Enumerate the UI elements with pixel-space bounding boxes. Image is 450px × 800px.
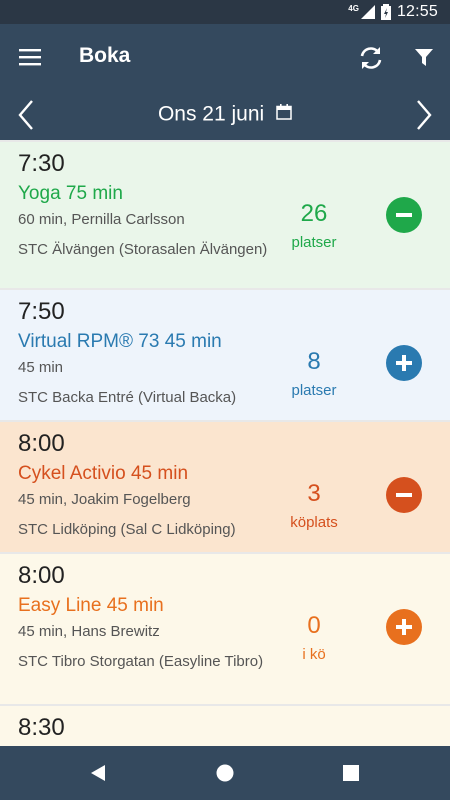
next-day-button[interactable] [406, 94, 442, 136]
class-time: 8:00 [18, 562, 65, 589]
back-icon [91, 765, 105, 781]
home-button[interactable] [205, 756, 245, 790]
class-location: STC Lidköping (Sal C Lidköping) [18, 521, 236, 538]
class-list[interactable]: 7:30 Yoga 75 min 60 min, Pernilla Carlss… [0, 140, 450, 746]
filter-button[interactable] [405, 39, 443, 77]
class-name: Easy Line 45 min [18, 595, 164, 616]
cancel-booking-button[interactable] [386, 197, 422, 233]
class-time: 7:50 [18, 298, 65, 325]
minus-icon [396, 493, 412, 497]
spots-label: platser [291, 382, 337, 399]
calendar-icon [276, 104, 292, 121]
class-name: Yoga 75 min [18, 183, 123, 204]
network-type: 4G [348, 3, 359, 13]
status-bar: 4G 12:55 [0, 0, 450, 24]
date-selector[interactable]: Ons 21 juni [0, 102, 450, 126]
system-nav-bar [0, 746, 450, 800]
plus-icon [396, 619, 412, 635]
chevron-right-icon [417, 100, 432, 130]
queue-label: i kö [302, 646, 326, 663]
class-time: 7:30 [18, 150, 65, 177]
plus-icon [396, 355, 412, 371]
class-card[interactable]: 8:00 Easy Line 45 min 45 min, Hans Brewi… [0, 554, 450, 704]
spots-count: 8 [307, 348, 321, 375]
menu-icon [19, 49, 41, 66]
queue-count: 3 [307, 480, 321, 507]
spots-label: platser [291, 234, 337, 251]
class-info: 45 min [18, 359, 64, 376]
class-card[interactable]: 8:30 [0, 706, 450, 746]
class-location: STC Backa Entré (Virtual Backa) [18, 389, 237, 406]
class-location: STC Älvängen (Storasalen Älvängen) [18, 241, 268, 258]
page-title: Boka [79, 44, 131, 67]
join-queue-button[interactable] [386, 609, 422, 645]
status-time: 12:55 [396, 3, 438, 20]
class-info: 60 min, Pernilla Carlsson [18, 211, 185, 228]
signal-icon [360, 5, 375, 19]
queue-label: köplats [290, 514, 338, 531]
book-class-button[interactable] [386, 345, 422, 381]
spots-count: 26 [300, 200, 328, 227]
queue-count: 0 [307, 612, 321, 639]
class-time: 8:00 [18, 430, 65, 457]
battery-charging-icon [380, 4, 391, 20]
class-time: 8:30 [18, 714, 65, 741]
class-card[interactable]: 7:50 Virtual RPM® 73 45 min 45 min STC B… [0, 290, 450, 420]
refresh-button[interactable] [352, 39, 390, 77]
class-name: Cykel Activio 45 min [18, 463, 189, 484]
selected-date: Ons 21 juni [157, 102, 265, 126]
minus-icon [396, 213, 412, 217]
leave-queue-button[interactable] [386, 477, 422, 513]
recents-button[interactable] [331, 756, 371, 790]
class-location: STC Tibro Storgatan (Easyline Tibro) [18, 653, 264, 670]
app-bar: Boka [0, 24, 450, 90]
class-info: 45 min, Joakim Fogelberg [18, 491, 191, 508]
refresh-icon [360, 47, 382, 69]
recents-icon [343, 765, 359, 781]
date-bar: Ons 21 juni [0, 90, 450, 140]
class-card[interactable]: 7:30 Yoga 75 min 60 min, Pernilla Carlss… [0, 142, 450, 288]
home-icon [216, 764, 234, 782]
back-button[interactable] [78, 756, 118, 790]
class-card[interactable]: 8:00 Cykel Activio 45 min 45 min, Joakim… [0, 422, 450, 552]
menu-button[interactable] [12, 39, 48, 75]
class-info: 45 min, Hans Brewitz [18, 623, 160, 640]
filter-icon [415, 49, 433, 66]
class-name: Virtual RPM® 73 45 min [18, 331, 222, 352]
